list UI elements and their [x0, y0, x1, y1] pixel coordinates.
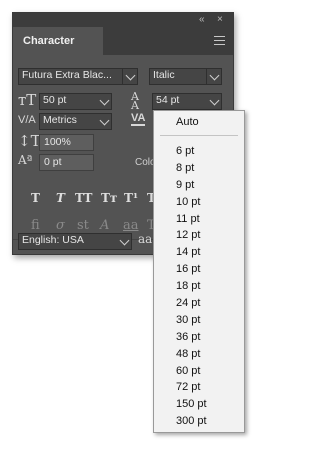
superscript-button[interactable]: T¹	[124, 191, 138, 205]
kerning-icon: V/A	[18, 114, 36, 126]
faux-italic-button[interactable]: T	[56, 191, 65, 205]
menu-item[interactable]: 48 pt	[176, 346, 207, 363]
chevron-down-icon	[125, 70, 136, 81]
kerning-value: Metrics	[43, 114, 77, 126]
tab-character[interactable]: Character	[13, 27, 103, 55]
font-family-value: Futura Extra Blac...	[22, 69, 112, 81]
menu-divider	[160, 135, 238, 136]
menu-item[interactable]: 8 pt	[176, 160, 207, 177]
chevron-down-icon	[209, 70, 220, 81]
menu-item[interactable]: 72 pt	[176, 379, 207, 396]
tab-bar: Character	[13, 27, 233, 55]
font-size-dropdown[interactable]: 50 pt	[39, 93, 112, 110]
menu-item[interactable]: 18 pt	[176, 278, 207, 295]
chevron-down-icon	[99, 95, 110, 106]
menu-item[interactable]: 9 pt	[176, 177, 207, 194]
font-size-value: 50 pt	[43, 94, 67, 106]
chevron-down-icon	[119, 235, 130, 246]
baseline-shift-input[interactable]: 0 pt	[39, 154, 94, 171]
baseline-shift-icon: Aª	[18, 153, 33, 167]
font-style-dropdown[interactable]: Italic	[149, 68, 222, 85]
font-style-value: Italic	[153, 69, 175, 81]
vertical-scale-icon: ↕T	[18, 132, 41, 150]
chevron-down-icon	[209, 95, 220, 106]
stylistic-alternates-button[interactable]: aa	[123, 218, 139, 233]
menu-item[interactable]: 16 pt	[176, 261, 207, 278]
chevron-down-icon	[99, 115, 110, 126]
panel-title-bar: « ×	[13, 13, 233, 27]
titling-alternates-button[interactable]: A	[100, 218, 109, 233]
vertical-scale-input[interactable]: 100%	[39, 134, 94, 151]
menu-item[interactable]: 60 pt	[176, 363, 207, 380]
all-caps-button[interactable]: TT	[75, 191, 92, 205]
menu-item[interactable]: 10 pt	[176, 194, 207, 211]
collapse-icon[interactable]: «	[199, 13, 205, 27]
swash-button[interactable]: st	[77, 218, 89, 233]
leading-dropdown-menu: Auto 6 pt 8 pt 9 pt 10 pt 11 pt 12 pt 14…	[153, 110, 245, 433]
leading-options-list: 6 pt 8 pt 9 pt 10 pt 11 pt 12 pt 14 pt 1…	[176, 143, 207, 430]
ligatures-button[interactable]: fi	[31, 218, 40, 233]
menu-item[interactable]: 24 pt	[176, 295, 207, 312]
menu-item-auto[interactable]: Auto	[176, 116, 199, 128]
kerning-dropdown[interactable]: Metrics	[39, 113, 112, 130]
faux-bold-button[interactable]: T	[31, 191, 40, 205]
small-caps-button[interactable]: Tт	[101, 191, 117, 205]
leading-dropdown[interactable]: 54 pt	[152, 93, 222, 110]
menu-item[interactable]: 6 pt	[176, 143, 207, 160]
discretionary-ligatures-button[interactable]: σ	[56, 218, 65, 233]
tracking-icon: VA	[131, 112, 146, 126]
menu-item[interactable]: 36 pt	[176, 329, 207, 346]
panel-menu-icon[interactable]	[214, 36, 225, 45]
language-dropdown[interactable]: English: USA	[18, 233, 132, 250]
menu-item[interactable]: 14 pt	[176, 244, 207, 261]
antialias-icon: aa	[138, 232, 153, 246]
menu-item[interactable]: 150 pt	[176, 396, 207, 413]
menu-item[interactable]: 11 pt	[176, 211, 207, 228]
font-family-dropdown[interactable]: Futura Extra Blac...	[18, 68, 138, 85]
close-icon[interactable]: ×	[217, 13, 223, 27]
leading-icon: AA	[131, 90, 139, 112]
leading-value: 54 pt	[156, 94, 180, 106]
font-size-icon: ᴛT	[18, 91, 37, 109]
menu-item[interactable]: 12 pt	[176, 227, 207, 244]
language-value: English: USA	[22, 234, 84, 246]
menu-item[interactable]: 30 pt	[176, 312, 207, 329]
menu-item[interactable]: 300 pt	[176, 413, 207, 430]
